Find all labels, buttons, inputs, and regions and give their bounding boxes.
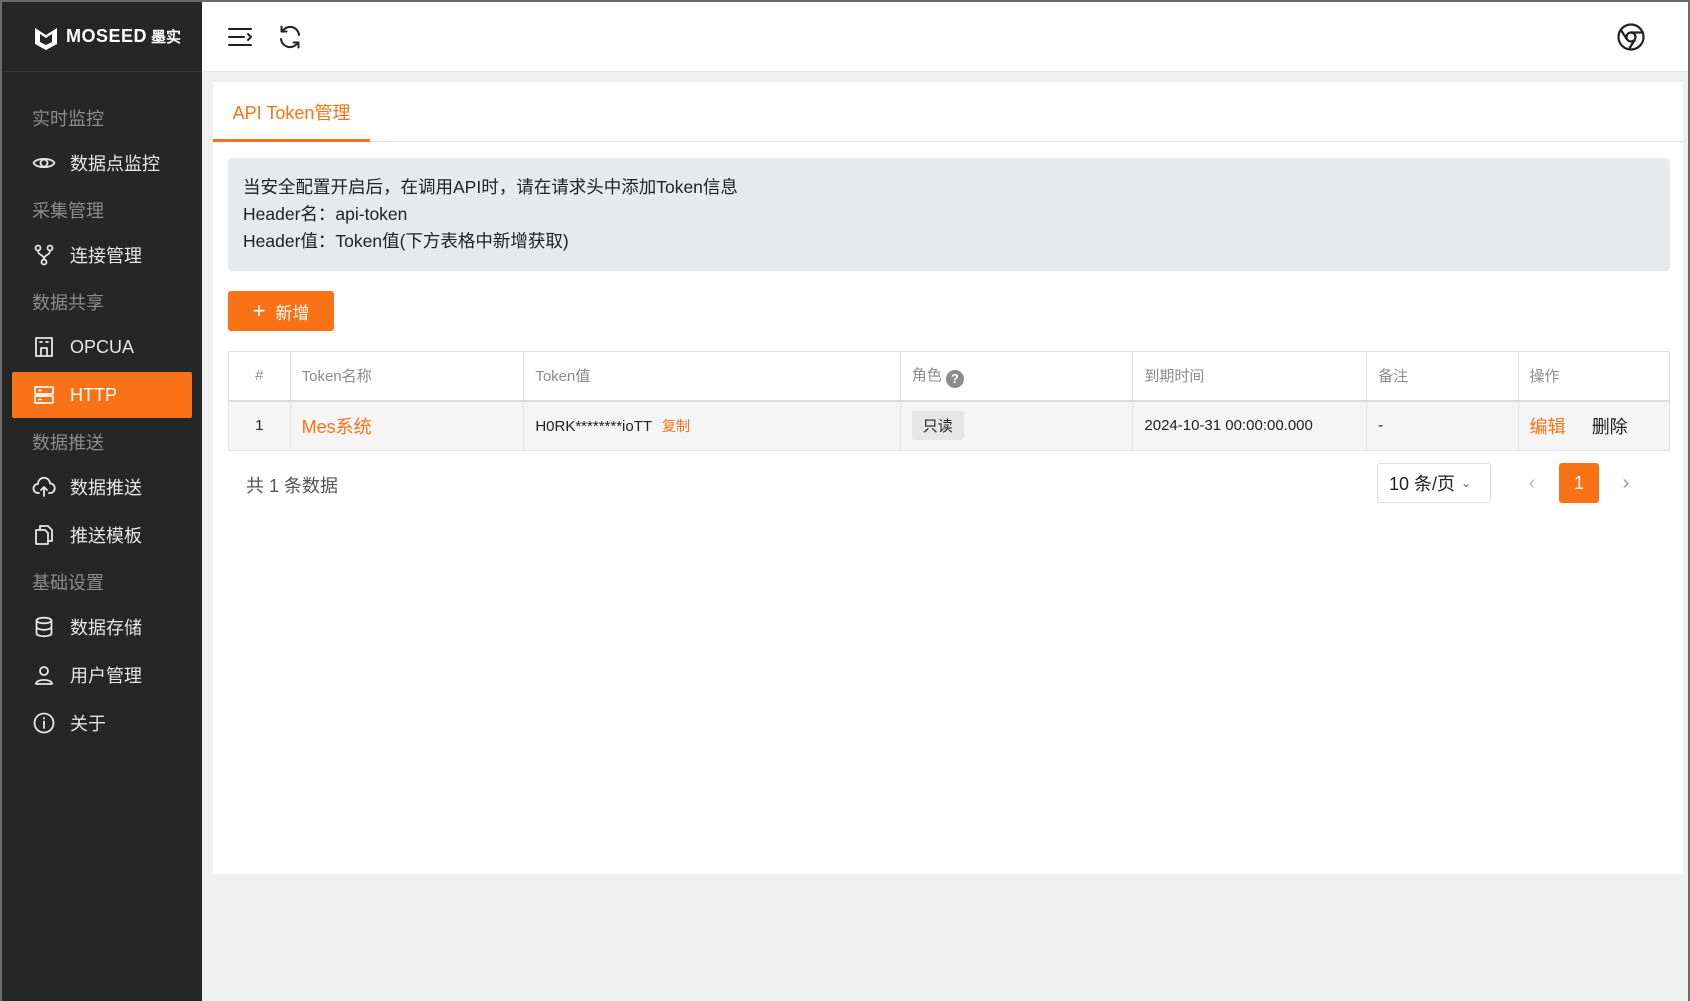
- sidebar-item-datapoint-monitor[interactable]: 数据点监控: [12, 140, 192, 186]
- sidebar-item-push-template[interactable]: 推送模板: [12, 512, 192, 558]
- refresh-icon: [280, 25, 300, 48]
- header-role-label: 角色: [911, 367, 942, 384]
- menu-toggle-button[interactable]: [224, 21, 256, 53]
- header-expire: 到期时间: [1132, 351, 1368, 401]
- top-header: [202, 0, 1690, 72]
- menu-group-push: 数据推送: [32, 433, 104, 453]
- cell-index: 1: [228, 400, 291, 451]
- table-header-row: # Token名称 Token值 角色? 到期时间 备注 操作: [228, 351, 1671, 401]
- eye-icon: [32, 151, 56, 175]
- header-role: 角色?: [899, 351, 1134, 401]
- sidebar-item-label: 连接管理: [70, 246, 142, 266]
- cell-role: 只读: [899, 400, 1134, 451]
- notice-line-3: Header值：Token值(下方表格中新增获取): [243, 231, 569, 251]
- sidebar-item-label: 推送模板: [70, 526, 142, 546]
- header-token-value: Token值: [523, 351, 901, 401]
- token-table: # Token名称 Token值 角色? 到期时间 备注 操作 1 Mes系统 …: [228, 351, 1671, 451]
- branch-icon: [32, 243, 56, 267]
- add-button[interactable]: + 新增: [228, 291, 334, 331]
- chevron-down-icon: ⌄: [1461, 476, 1472, 490]
- header-remark: 备注: [1366, 351, 1519, 401]
- server-icon: [32, 383, 56, 407]
- next-page-button[interactable]: ›: [1613, 463, 1639, 503]
- menu-group-basic: 基础设置: [32, 573, 104, 593]
- token-name-link[interactable]: Mes系统: [302, 417, 372, 437]
- logo[interactable]: MOSEED 墨实: [2, 2, 202, 72]
- cell-token-name: Mes系统: [289, 400, 525, 451]
- sidebar-item-opcua[interactable]: OPCUA: [12, 324, 192, 370]
- sidebar-item-label: 关于: [70, 714, 106, 734]
- cell-token-value: H0RK********ioTT 复制: [523, 400, 901, 451]
- database-icon: [32, 615, 56, 639]
- main-content: API Token管理 当安全配置开启后，在调用API时，请在请求头中添加Tok…: [213, 82, 1683, 874]
- browser-button[interactable]: [1616, 22, 1646, 52]
- sidebar-item-http[interactable]: HTTP: [12, 372, 192, 418]
- brand-cn: 墨实: [151, 29, 182, 46]
- cell-remark: -: [1366, 400, 1519, 451]
- tab-bar: API Token管理: [213, 82, 1683, 142]
- header-token-name: Token名称: [289, 351, 525, 401]
- sidebar-item-data-push[interactable]: 数据推送: [12, 464, 192, 510]
- menu-group-collect: 采集管理: [32, 201, 104, 221]
- role-tag: 只读: [911, 411, 964, 441]
- info-notice: 当安全配置开启后，在调用API时，请在请求头中添加Token信息 Header名…: [228, 158, 1670, 271]
- sidebar-item-label: 用户管理: [70, 666, 142, 686]
- sidebar-item-connections[interactable]: 连接管理: [12, 232, 192, 278]
- chevron-right-icon: ›: [1622, 471, 1630, 494]
- table-row: 1 Mes系统 H0RK********ioTT 复制 只读 2024-10-31…: [228, 400, 1671, 451]
- delete-button[interactable]: 删除: [1592, 417, 1628, 437]
- sidebar-item-label: 数据点监控: [70, 154, 160, 174]
- add-button-label: 新增: [275, 303, 310, 323]
- cloud-upload-icon: [32, 475, 56, 499]
- menu-fold-icon: [228, 27, 252, 46]
- page-size-select[interactable]: 10 条/页 ⌄: [1377, 463, 1491, 503]
- sidebar-item-label: 数据推送: [70, 478, 142, 498]
- help-icon[interactable]: ?: [945, 369, 964, 388]
- brand-name: MOSEED: [66, 26, 148, 46]
- plus-icon: +: [252, 298, 266, 323]
- sidebar-item-label: OPCUA: [70, 336, 135, 357]
- token-value: H0RK********ioTT: [535, 417, 653, 435]
- total-count: 共 1 条数据: [246, 476, 339, 496]
- building-icon: [32, 335, 56, 359]
- menu-group-share: 数据共享: [32, 293, 104, 313]
- notice-line-1: 当安全配置开启后，在调用API时，请在请求头中添加Token信息: [243, 177, 738, 197]
- sidebar: MOSEED 墨实 实时监控 数据点监控 采集管理 连接管理 数据共享 OPCU…: [0, 0, 202, 1001]
- page-size-value: 10 条/页: [1389, 474, 1456, 494]
- sidebar-item-storage[interactable]: 数据存储: [12, 604, 192, 650]
- notice-line-2: Header名：api-token: [243, 204, 408, 224]
- chrome-icon: [1617, 23, 1645, 51]
- tab-api-token[interactable]: API Token管理: [213, 82, 370, 142]
- copy-button[interactable]: 复制: [662, 418, 690, 434]
- sidebar-item-label: HTTP: [70, 384, 117, 405]
- refresh-button[interactable]: [274, 21, 306, 53]
- chevron-left-icon: ‹: [1528, 471, 1536, 494]
- sidebar-item-users[interactable]: 用户管理: [12, 652, 192, 698]
- sidebar-item-about[interactable]: 关于: [12, 700, 192, 746]
- menu-group-realtime: 实时监控: [32, 109, 104, 129]
- sidebar-item-label: 数据存储: [70, 618, 142, 638]
- cell-expire: 2024-10-31 00:00:00.000: [1132, 400, 1368, 451]
- info-icon: [32, 711, 56, 735]
- sidebar-menu: 实时监控 数据点监控 采集管理 连接管理 数据共享 OPCUA HTTP 数据推…: [2, 72, 202, 746]
- prev-page-button[interactable]: ‹: [1519, 463, 1545, 503]
- user-icon: [32, 663, 56, 687]
- copy-icon: [32, 523, 56, 547]
- page-number-current[interactable]: 1: [1559, 463, 1599, 503]
- header-action: 操作: [1517, 351, 1671, 401]
- cell-actions: 编辑 删除: [1517, 400, 1671, 451]
- moseed-logo-icon: [35, 27, 57, 50]
- tab-active-indicator: [213, 139, 370, 142]
- header-index: #: [228, 351, 291, 401]
- edit-button[interactable]: 编辑: [1530, 417, 1566, 437]
